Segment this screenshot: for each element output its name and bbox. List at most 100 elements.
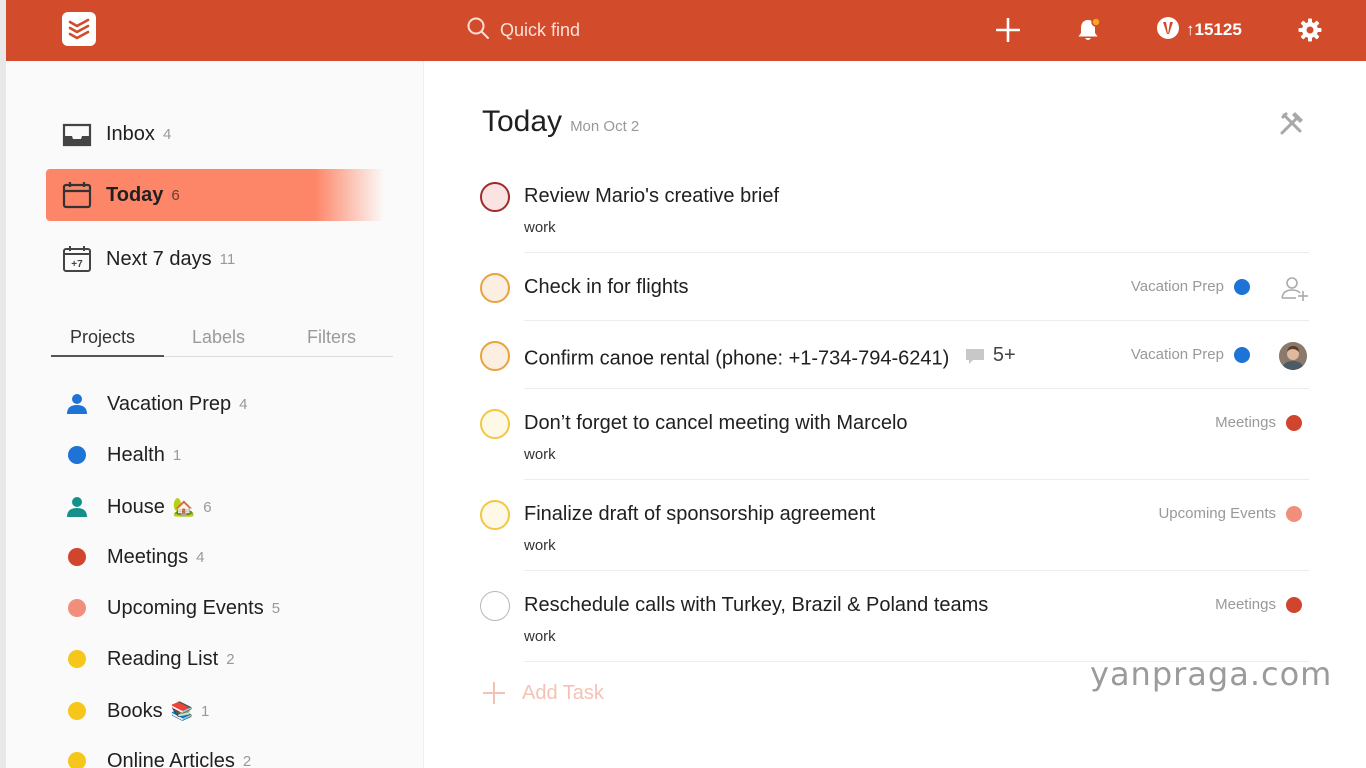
- page-title-text: Today: [482, 105, 563, 138]
- task-complete-checkbox[interactable]: [480, 341, 510, 371]
- project-label: House: [107, 495, 165, 518]
- calendar-icon: [62, 181, 106, 209]
- task-row[interactable]: Reschedule calls with Turkey, Brazil & P…: [480, 590, 1310, 662]
- task-content[interactable]: Confirm canoe rental (phone: +1-734-794-…: [524, 344, 1016, 371]
- tab-projects[interactable]: Projects: [70, 327, 135, 348]
- project-color-dot: [1286, 596, 1302, 613]
- project-count: 5: [271, 599, 281, 617]
- project-color-dot: [1234, 278, 1250, 295]
- sidebar-item-upcoming-events[interactable]: Upcoming Events 5: [66, 593, 280, 623]
- plus-icon: [483, 682, 505, 704]
- task-row[interactable]: Confirm canoe rental (phone: +1-734-794-…: [480, 340, 1310, 390]
- sidebar-item-reading-list[interactable]: Reading List 2: [66, 644, 235, 674]
- task-project-name: Vacation Prep: [1130, 346, 1224, 363]
- task-content[interactable]: Don’t forget to cancel meeting with Marc…: [524, 412, 908, 435]
- sidebar-item-books[interactable]: Books 📚 1: [66, 696, 209, 726]
- page-title: Today Mon Oct 2: [482, 105, 639, 139]
- project-color-dot: [66, 750, 88, 768]
- sidebar-tabs: Projects Labels Filters: [51, 325, 393, 357]
- task-project-name: Vacation Prep: [1130, 278, 1224, 295]
- task-complete-checkbox[interactable]: [480, 500, 510, 530]
- books-emoji-icon: 📚: [170, 700, 194, 721]
- project-label: Meetings: [107, 545, 189, 568]
- todoist-logo-icon[interactable]: [62, 12, 96, 46]
- sidebar-item-vacation-prep[interactable]: Vacation Prep 4: [66, 389, 248, 419]
- tab-labels[interactable]: Labels: [192, 327, 245, 348]
- avatar[interactable]: [1279, 342, 1307, 370]
- bell-icon[interactable]: [1072, 14, 1104, 46]
- gear-icon[interactable]: [1294, 14, 1326, 46]
- task-row[interactable]: Review Mario's creative brief work: [480, 181, 1310, 253]
- search-icon: [466, 16, 490, 45]
- task-content[interactable]: Check in for flights: [524, 276, 689, 299]
- task-project[interactable]: Meetings: [1215, 414, 1302, 431]
- task-content[interactable]: Review Mario's creative brief: [524, 185, 779, 208]
- person-icon: [66, 393, 88, 415]
- task-row[interactable]: Finalize draft of sponsorship agreement …: [480, 499, 1310, 571]
- task-complete-checkbox[interactable]: [480, 273, 510, 303]
- task-row[interactable]: Check in for flights Vacation Prep: [480, 272, 1310, 322]
- task-content-text: Confirm canoe rental (phone: +1-734-794-…: [524, 347, 950, 370]
- project-color-dot: [66, 597, 88, 619]
- sidebar-item-label: Next 7 days: [106, 247, 212, 270]
- sidebar: Inbox 4 Today 6 +7 Next 7 days 11 Projec…: [6, 61, 424, 768]
- sidebar-item-online-articles[interactable]: Online Articles 2: [66, 746, 251, 768]
- project-label: Online Articles: [107, 749, 235, 768]
- sidebar-item-house[interactable]: House 🏡 6: [66, 492, 212, 522]
- sidebar-item-count: 11: [219, 250, 236, 268]
- project-label: Reading List: [107, 647, 219, 670]
- task-project-name: Meetings: [1215, 414, 1276, 431]
- sidebar-item-inbox[interactable]: Inbox 4: [46, 108, 391, 160]
- add-task-label: Add Task: [522, 681, 604, 704]
- karma-indicator[interactable]: ↑15125: [1156, 14, 1242, 46]
- project-count: 2: [242, 752, 252, 768]
- task-content[interactable]: Finalize draft of sponsorship agreement: [524, 503, 875, 526]
- task-project[interactable]: Upcoming Events: [1158, 505, 1302, 522]
- project-count: 4: [239, 395, 248, 413]
- project-count: 2: [226, 650, 235, 668]
- task-comments[interactable]: 5+: [965, 344, 1016, 367]
- task-complete-checkbox[interactable]: [480, 182, 510, 212]
- person-icon: [66, 496, 88, 518]
- project-count: 1: [201, 702, 210, 720]
- task-project[interactable]: Vacation Prep: [1131, 346, 1250, 363]
- project-color-dot: [1234, 346, 1250, 363]
- sidebar-item-count: 4: [162, 125, 172, 143]
- project-count: 6: [203, 498, 212, 516]
- sidebar-item-label: Today: [106, 183, 164, 206]
- task-project[interactable]: Meetings: [1215, 596, 1302, 613]
- task-complete-checkbox[interactable]: [480, 591, 510, 621]
- task-row[interactable]: Don’t forget to cancel meeting with Marc…: [480, 408, 1310, 480]
- calendar-plus7-icon: +7: [62, 245, 106, 273]
- task-complete-checkbox[interactable]: [480, 409, 510, 439]
- view-options-icon[interactable]: [1278, 109, 1308, 139]
- task-project[interactable]: Vacation Prep: [1131, 278, 1250, 295]
- task-label[interactable]: work: [524, 219, 556, 236]
- sidebar-item-count: 6: [171, 186, 180, 204]
- sidebar-item-meetings[interactable]: Meetings 4: [66, 542, 205, 572]
- task-label[interactable]: work: [524, 537, 556, 554]
- project-color-dot: [1286, 505, 1302, 522]
- quick-find-search[interactable]: Quick find: [466, 16, 580, 44]
- task-content[interactable]: Reschedule calls with Turkey, Brazil & P…: [524, 594, 988, 617]
- comment-icon: [965, 348, 984, 364]
- sidebar-item-label: Inbox: [106, 122, 155, 145]
- sidebar-item-today[interactable]: Today 6: [46, 169, 391, 221]
- inbox-icon: [62, 121, 106, 147]
- task-divider: [524, 570, 1309, 571]
- karma-points: ↑15125: [1186, 20, 1242, 39]
- comment-count: 5+: [992, 344, 1016, 366]
- task-divider: [524, 479, 1309, 480]
- sidebar-item-health[interactable]: Health 1: [66, 440, 181, 470]
- task-label[interactable]: work: [524, 628, 556, 645]
- assign-icon[interactable]: [1280, 275, 1310, 303]
- add-task-button[interactable]: Add Task: [482, 681, 604, 705]
- svg-text:+7: +7: [71, 259, 83, 270]
- plus-icon[interactable]: [992, 14, 1024, 46]
- task-label[interactable]: work: [524, 446, 556, 463]
- task-project-name: Upcoming Events: [1158, 505, 1276, 522]
- project-label: Books: [107, 699, 163, 722]
- sidebar-item-next-7-days[interactable]: +7 Next 7 days 11: [46, 233, 391, 285]
- search-placeholder: Quick find: [500, 19, 581, 40]
- tab-filters[interactable]: Filters: [307, 327, 356, 348]
